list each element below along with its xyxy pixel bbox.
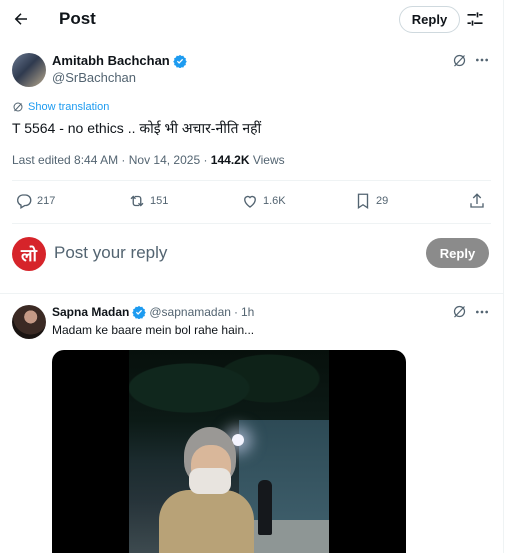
verified-badge-icon bbox=[132, 305, 147, 319]
repost-icon bbox=[130, 195, 144, 207]
repost-count: 151 bbox=[150, 195, 169, 207]
header: Post Reply bbox=[0, 0, 503, 40]
more-options-icon[interactable] bbox=[474, 304, 490, 320]
arrow-left-icon bbox=[14, 13, 27, 25]
reply-time[interactable]: 1h bbox=[241, 305, 254, 319]
verified-badge-icon bbox=[172, 54, 187, 68]
main-column: Post Reply Amitabh Bachchan @SrBachchan … bbox=[0, 0, 503, 553]
post-meta: Last edited 8:44 AM · Nov 14, 2025 · 144… bbox=[12, 153, 285, 167]
reply-author-name[interactable]: Sapna Madan bbox=[52, 305, 129, 319]
author-name-row[interactable]: Amitabh Bachchan bbox=[52, 53, 187, 68]
action-bar: 217 151 1.6K 29 bbox=[12, 181, 491, 223]
like-action[interactable]: 1.6K bbox=[241, 192, 286, 210]
reply-icon bbox=[17, 194, 32, 209]
grok-icon[interactable] bbox=[452, 304, 467, 319]
video-frame bbox=[129, 350, 329, 553]
share-action[interactable] bbox=[468, 192, 486, 210]
page-title: Post bbox=[59, 9, 96, 28]
separator-dot: · bbox=[233, 305, 238, 319]
show-translation-link[interactable]: Show translation bbox=[12, 101, 109, 113]
back-button[interactable] bbox=[8, 6, 34, 32]
divider bbox=[0, 293, 503, 294]
author-name[interactable]: Amitabh Bachchan bbox=[52, 53, 170, 68]
reply-input[interactable]: Post your reply bbox=[54, 243, 167, 263]
divider bbox=[12, 223, 491, 224]
post-timestamp[interactable]: Last edited 8:44 AM · Nov 14, 2025 · bbox=[12, 153, 211, 167]
reply-video[interactable] bbox=[52, 350, 406, 553]
filter-settings-button[interactable] bbox=[465, 9, 485, 29]
reply-action[interactable]: 217 bbox=[15, 192, 55, 210]
sliders-icon bbox=[467, 12, 483, 26]
more-options-icon[interactable] bbox=[474, 52, 490, 68]
translate-icon bbox=[13, 102, 23, 112]
heart-icon bbox=[244, 195, 256, 208]
bookmark-action[interactable]: 29 bbox=[354, 192, 388, 210]
reply-submit-button[interactable]: Reply bbox=[426, 238, 489, 268]
reply-header: Sapna Madan @sapnamadan · 1h bbox=[52, 305, 254, 319]
grok-icon[interactable] bbox=[452, 53, 467, 68]
repost-action[interactable]: 151 bbox=[128, 192, 168, 210]
views-label: Views bbox=[249, 153, 285, 167]
views-count: 144.2K bbox=[210, 153, 250, 167]
reply-count: 217 bbox=[37, 195, 56, 207]
bookmark-icon bbox=[357, 193, 369, 210]
reply-author-avatar[interactable] bbox=[12, 305, 46, 339]
scene-woman-body bbox=[159, 490, 254, 553]
right-sidebar bbox=[504, 0, 531, 553]
current-user-avatar[interactable]: लो bbox=[12, 237, 46, 271]
share-icon bbox=[470, 193, 484, 208]
scene-person bbox=[258, 480, 272, 535]
header-reply-button[interactable]: Reply bbox=[399, 6, 460, 33]
author-avatar[interactable] bbox=[12, 53, 46, 87]
reply-author-handle[interactable]: @sapnamadan bbox=[149, 305, 231, 319]
like-count: 1.6K bbox=[263, 195, 286, 207]
author-handle[interactable]: @SrBachchan bbox=[52, 70, 136, 85]
bookmark-count: 29 bbox=[376, 195, 389, 207]
show-translation-label[interactable]: Show translation bbox=[28, 101, 109, 113]
post-text: T 5564 - no ethics .. कोई भी अचार-नीति न… bbox=[12, 120, 262, 136]
scene-face-mask bbox=[189, 468, 231, 494]
reply-text: Madam ke baare mein bol rahe hain... bbox=[52, 323, 255, 337]
